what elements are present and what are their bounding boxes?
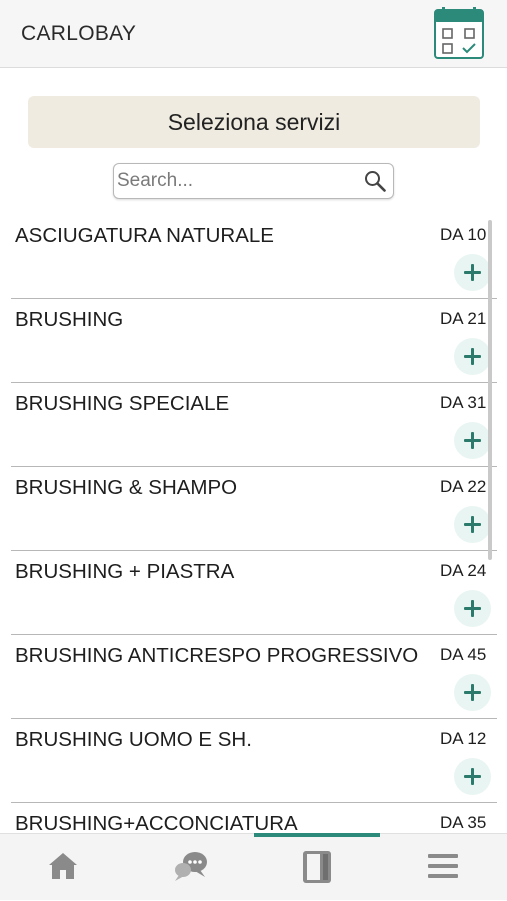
tab-home[interactable] bbox=[0, 834, 126, 901]
menu-icon bbox=[428, 854, 458, 878]
service-row[interactable]: BRUSHING+ACCONCIATURA DA 35 bbox=[0, 803, 507, 833]
add-service-button[interactable] bbox=[454, 338, 491, 375]
service-name: BRUSHING UOMO E SH. bbox=[15, 728, 252, 751]
services-list: ASCIUGATURA NATURALE DA 10 BRUSHING DA 2… bbox=[0, 215, 507, 833]
search-icon[interactable] bbox=[363, 169, 387, 193]
service-price: DA 35 bbox=[440, 813, 487, 832]
select-services-banner: Seleziona servizi bbox=[28, 96, 480, 148]
service-name: BRUSHING ANTICRESPO PROGRESSIVO bbox=[15, 644, 419, 667]
service-name: ASCIUGATURA NATURALE bbox=[15, 224, 274, 247]
app-title: CARLOBAY bbox=[21, 22, 137, 45]
booklet-icon bbox=[303, 851, 331, 883]
service-price: DA 12 bbox=[440, 729, 487, 748]
active-tab-indicator bbox=[254, 833, 380, 837]
service-row[interactable]: ASCIUGATURA NATURALE DA 10 bbox=[0, 215, 507, 299]
service-row[interactable]: BRUSHING SPECIALE DA 31 bbox=[0, 383, 507, 467]
add-service-button[interactable] bbox=[454, 422, 491, 459]
service-name: BRUSHING SPECIALE bbox=[15, 392, 230, 415]
calendar-button[interactable] bbox=[432, 7, 486, 61]
tab-booklet[interactable] bbox=[254, 834, 380, 901]
add-service-button[interactable] bbox=[454, 506, 491, 543]
tab-menu[interactable] bbox=[380, 834, 506, 901]
service-row[interactable]: BRUSHING DA 21 bbox=[0, 299, 507, 383]
add-service-button[interactable] bbox=[454, 590, 491, 627]
calendar-check-icon bbox=[434, 7, 484, 59]
search-input[interactable] bbox=[117, 168, 352, 194]
home-icon bbox=[49, 853, 77, 879]
add-service-button[interactable] bbox=[454, 758, 491, 795]
service-price: DA 31 bbox=[440, 393, 487, 412]
service-price: DA 10 bbox=[440, 225, 487, 244]
service-name: BRUSHING + PIASTRA bbox=[15, 560, 235, 583]
service-name: BRUSHING bbox=[15, 308, 124, 331]
tab-chat[interactable] bbox=[126, 834, 252, 901]
service-name: BRUSHING & SHAMPO bbox=[15, 476, 238, 499]
service-price: DA 21 bbox=[440, 309, 487, 328]
service-row[interactable]: BRUSHING UOMO E SH. DA 12 bbox=[0, 719, 507, 803]
service-row[interactable]: BRUSHING ANTICRESPO PROGRESSIVO DA 45 bbox=[0, 635, 507, 719]
service-price: DA 24 bbox=[440, 561, 487, 580]
service-row[interactable]: BRUSHING & SHAMPO DA 22 bbox=[0, 467, 507, 551]
service-row[interactable]: BRUSHING + PIASTRA DA 24 bbox=[0, 551, 507, 635]
add-service-button[interactable] bbox=[454, 254, 491, 291]
service-name: BRUSHING+ACCONCIATURA bbox=[15, 812, 298, 833]
search-box bbox=[113, 163, 394, 199]
service-price: DA 22 bbox=[440, 477, 487, 496]
service-price: DA 45 bbox=[440, 645, 487, 664]
chat-icon bbox=[175, 852, 207, 881]
list-scrollbar[interactable] bbox=[488, 220, 492, 560]
bottom-tab-bar bbox=[0, 833, 507, 900]
app-header: CARLOBAY bbox=[0, 0, 507, 68]
add-service-button[interactable] bbox=[454, 674, 491, 711]
